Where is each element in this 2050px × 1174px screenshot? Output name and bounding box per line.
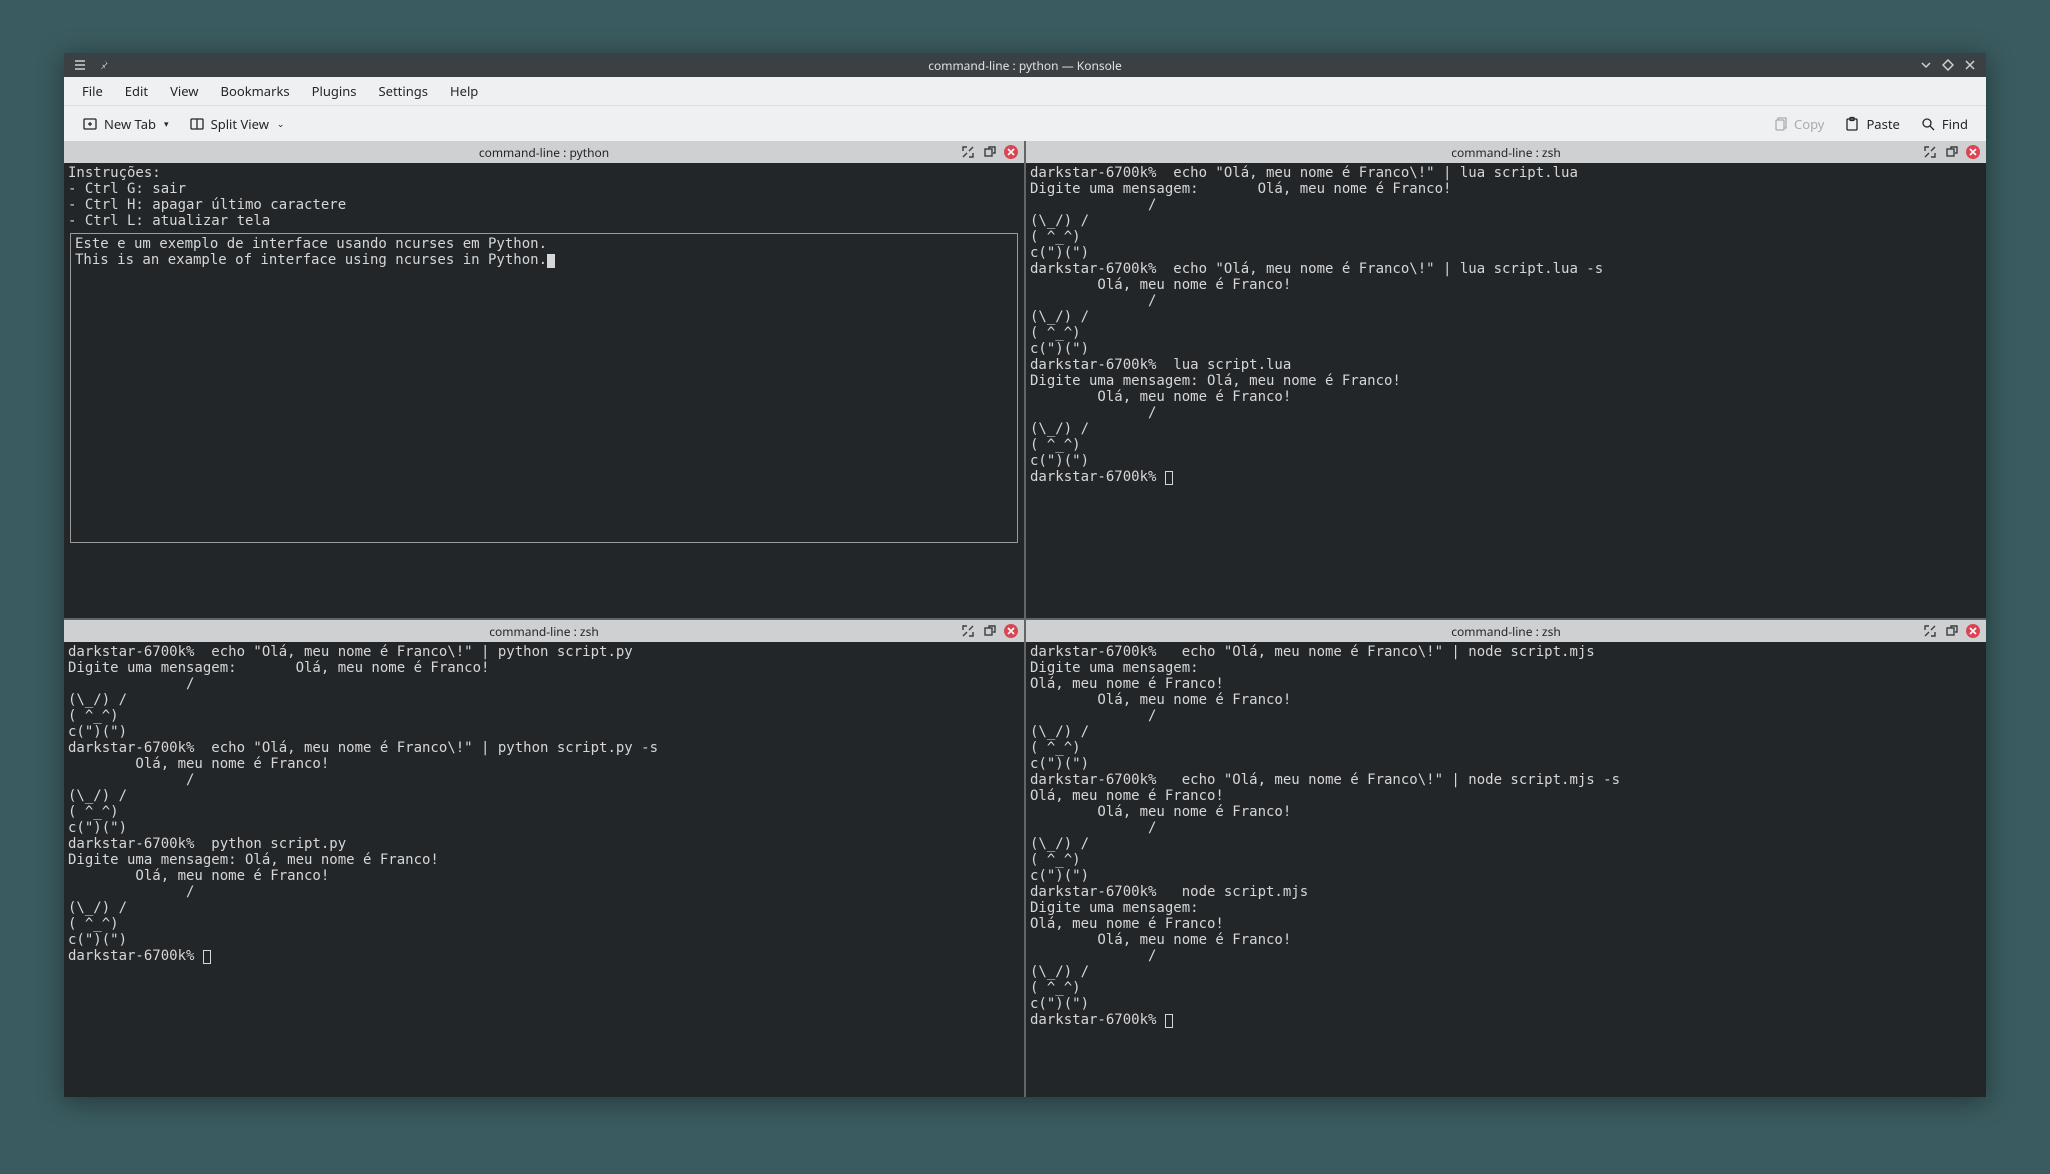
new-tab-button[interactable]: New Tab ▾	[74, 111, 177, 137]
pin-icon[interactable]	[96, 57, 112, 73]
menu-view[interactable]: View	[160, 78, 208, 104]
text-cursor	[1165, 1014, 1173, 1028]
konsole-window: command-line : python — Konsole File Edi…	[64, 53, 1986, 1097]
menu-help[interactable]: Help	[440, 78, 488, 104]
close-button[interactable]	[1962, 57, 1978, 73]
split-view-label: Split View	[211, 115, 269, 133]
terminal-output[interactable]: darkstar-6700k% echo "Olá, meu nome é Fr…	[1026, 163, 1986, 618]
detach-pane-icon[interactable]	[1944, 144, 1960, 160]
menu-edit[interactable]: Edit	[115, 78, 158, 104]
menu-settings[interactable]: Settings	[369, 78, 438, 104]
copy-button[interactable]: Copy	[1764, 111, 1832, 137]
paste-label: Paste	[1866, 115, 1899, 133]
terminal-output[interactable]: darkstar-6700k% echo "Olá, meu nome é Fr…	[64, 642, 1024, 1097]
new-tab-label: New Tab	[104, 115, 156, 133]
chevron-down-icon: ▾	[164, 117, 169, 130]
app-menu-icon[interactable]	[72, 57, 88, 73]
terminal-text: darkstar-6700k% echo "Olá, meu nome é Fr…	[1030, 644, 1620, 1028]
detach-pane-icon[interactable]	[982, 623, 998, 639]
pane-header: command-line : zsh	[1026, 141, 1986, 163]
close-pane-icon[interactable]	[1966, 145, 1980, 159]
pane-title: command-line : zsh	[1026, 623, 1986, 640]
terminal-text: darkstar-6700k% echo "Olá, meu nome é Fr…	[1030, 165, 1603, 485]
pane-header: command-line : zsh	[64, 620, 1024, 642]
maximize-pane-icon[interactable]	[960, 144, 976, 160]
maximize-button[interactable]	[1940, 57, 1956, 73]
menu-bookmarks[interactable]: Bookmarks	[211, 78, 300, 104]
menubar: File Edit View Bookmarks Plugins Setting…	[64, 77, 1986, 105]
text-cursor	[1165, 471, 1173, 485]
pane-header: command-line : python	[64, 141, 1024, 163]
close-pane-icon[interactable]	[1004, 624, 1018, 638]
menu-file[interactable]: File	[72, 78, 113, 104]
paste-button[interactable]: Paste	[1836, 111, 1907, 137]
copy-label: Copy	[1794, 115, 1824, 133]
maximize-pane-icon[interactable]	[1922, 144, 1938, 160]
titlebar: command-line : python — Konsole	[64, 53, 1986, 77]
toolbar: New Tab ▾ Split View ⌄ Copy Paste Find	[64, 105, 1986, 141]
pane-top-right[interactable]: command-line : zsh darkstar-6700k% echo …	[1026, 141, 1986, 618]
split-view-button[interactable]: Split View ⌄	[181, 111, 293, 137]
pane-bottom-right[interactable]: command-line : zsh darkstar-6700k% echo …	[1026, 620, 1986, 1097]
chevron-down-icon: ⌄	[277, 117, 285, 130]
ncurses-input-box[interactable]: Este e um exemplo de interface usando nc…	[70, 233, 1018, 543]
pane-title: command-line : zsh	[1026, 144, 1986, 161]
maximize-pane-icon[interactable]	[960, 623, 976, 639]
terminal-output[interactable]: darkstar-6700k% echo "Olá, meu nome é Fr…	[1026, 642, 1986, 1097]
pane-title: command-line : zsh	[64, 623, 1024, 640]
pane-header: command-line : zsh	[1026, 620, 1986, 642]
pane-title: command-line : python	[64, 144, 1024, 161]
detach-pane-icon[interactable]	[1944, 623, 1960, 639]
text-cursor	[547, 254, 555, 268]
split-workarea: command-line : python Instruções: - Ctrl…	[64, 141, 1986, 1097]
find-button[interactable]: Find	[1912, 111, 1976, 137]
minimize-button[interactable]	[1918, 57, 1934, 73]
close-pane-icon[interactable]	[1966, 624, 1980, 638]
find-label: Find	[1942, 115, 1968, 133]
menu-plugins[interactable]: Plugins	[302, 78, 367, 104]
close-pane-icon[interactable]	[1004, 145, 1018, 159]
window-title: command-line : python — Konsole	[64, 57, 1986, 74]
pane-bottom-left[interactable]: command-line : zsh darkstar-6700k% echo …	[64, 620, 1024, 1097]
detach-pane-icon[interactable]	[982, 144, 998, 160]
text-cursor	[203, 950, 211, 964]
maximize-pane-icon[interactable]	[1922, 623, 1938, 639]
ncurses-text: Este e um exemplo de interface usando nc…	[75, 236, 547, 268]
terminal-text: darkstar-6700k% echo "Olá, meu nome é Fr…	[68, 644, 658, 964]
terminal-output[interactable]: Instruções: - Ctrl G: sair - Ctrl H: apa…	[64, 163, 1024, 618]
ncurses-instructions: Instruções: - Ctrl G: sair - Ctrl H: apa…	[68, 165, 346, 229]
pane-top-left[interactable]: command-line : python Instruções: - Ctrl…	[64, 141, 1024, 618]
